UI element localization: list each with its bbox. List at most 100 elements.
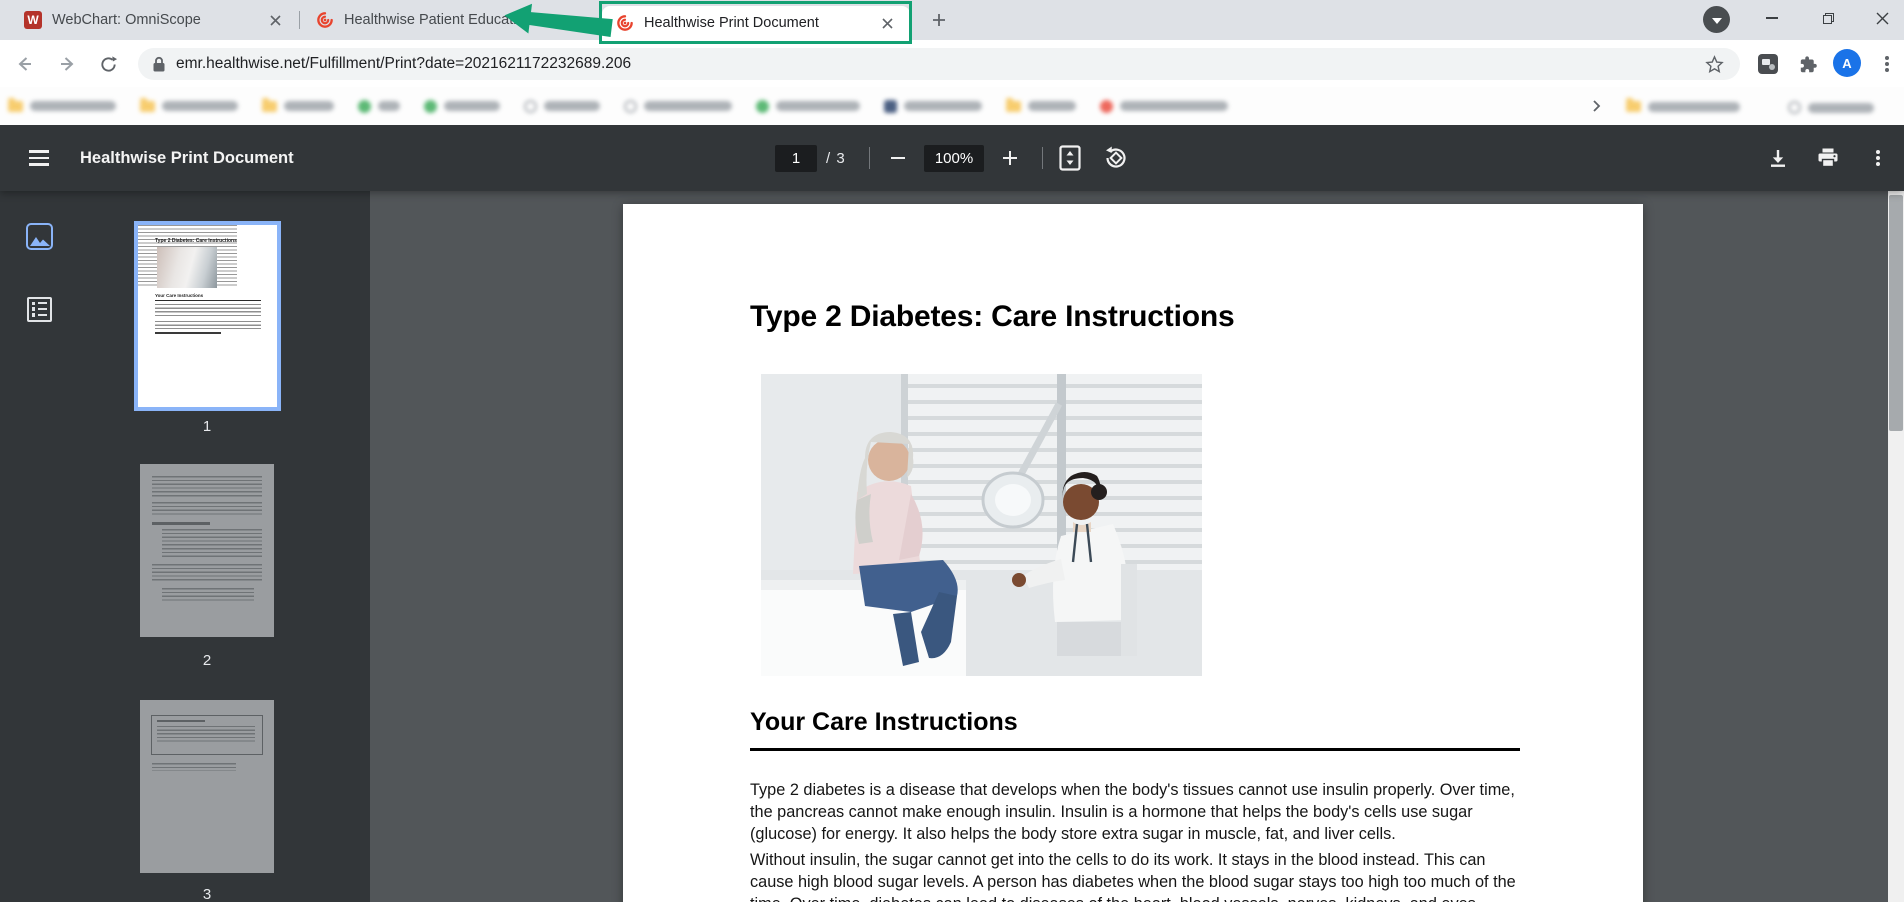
- profile-avatar[interactable]: A: [1833, 49, 1861, 77]
- close-icon: [1876, 12, 1889, 25]
- healthwise-favicon: [616, 14, 634, 32]
- bookmarks-row: [8, 87, 1228, 125]
- folder-icon: [140, 101, 155, 112]
- document-title: Type 2 Diabetes: Care Instructions: [750, 300, 1234, 334]
- bookmark-item[interactable]: [1006, 101, 1076, 112]
- tab-print-document[interactable]: Healthwise Print Document: [602, 6, 910, 40]
- tab-bar: W WebChart: OmniScope Healthwise Patient…: [0, 0, 1904, 40]
- tab-close-icon[interactable]: [266, 11, 284, 29]
- browser-menu-button[interactable]: [1872, 49, 1902, 79]
- minimize-icon: [1766, 17, 1778, 19]
- tab-title: Healthwise Print Document: [644, 15, 868, 31]
- tab-webchart-omniscope[interactable]: W WebChart: OmniScope: [10, 0, 298, 40]
- bookmarks-bar: [0, 87, 1904, 125]
- back-button[interactable]: [8, 48, 40, 80]
- globe-icon: [1788, 101, 1801, 114]
- folder-icon: [1006, 101, 1021, 112]
- print-icon: [1817, 148, 1839, 168]
- bookmark-item[interactable]: [884, 100, 982, 113]
- tab-close-icon[interactable]: [540, 11, 558, 29]
- document-paragraph: Type 2 diabetes is a disease that develo…: [750, 780, 1528, 845]
- folder-icon: [8, 101, 23, 112]
- site-icon: [1100, 100, 1113, 113]
- mini-doc-heading: Your Care Instructions: [155, 293, 203, 298]
- tab-close-icon[interactable]: [878, 14, 896, 32]
- pdf-toolbar: Healthwise Print Document / 3 100%: [0, 125, 1904, 191]
- bookmark-item[interactable]: [1788, 101, 1874, 114]
- bookmark-item[interactable]: [756, 100, 860, 113]
- page-number-input[interactable]: [775, 145, 817, 172]
- thumbnails-view-button[interactable]: [17, 214, 61, 258]
- extensions-puzzle-icon[interactable]: [1793, 49, 1823, 79]
- zoom-in-button[interactable]: [996, 144, 1024, 172]
- globe-icon: [524, 100, 537, 113]
- bookmark-item[interactable]: [624, 100, 732, 113]
- pdf-document-title: Healthwise Print Document: [80, 149, 294, 168]
- minus-icon: [891, 157, 905, 159]
- site-icon: [756, 100, 769, 113]
- pdf-content-area: Type 2 Diabetes: Care Instructions Your …: [0, 191, 1904, 902]
- bookmark-item[interactable]: [424, 100, 500, 113]
- webchart-favicon: W: [24, 11, 42, 29]
- url-text: emr.healthwise.net/Fulfillment/Print?dat…: [176, 55, 1702, 73]
- more-options-button[interactable]: [1864, 144, 1892, 172]
- document-page-1: Type 2 Diabetes: Care Instructions: [623, 204, 1643, 902]
- kebab-menu-icon: [1885, 54, 1889, 74]
- zoom-level: 100%: [924, 145, 984, 172]
- fit-page-icon: [1059, 145, 1081, 171]
- window-minimize-button[interactable]: [1750, 0, 1794, 36]
- thumbnail-label-1: 1: [140, 418, 274, 435]
- vertical-scrollbar[interactable]: [1888, 191, 1904, 902]
- rotate-icon: [1103, 145, 1129, 171]
- forward-button[interactable]: [52, 48, 84, 80]
- extension-logo: [1758, 54, 1778, 74]
- site-icon: [358, 100, 371, 113]
- toolbar-divider: [1042, 147, 1043, 169]
- caret-down-icon: [1712, 18, 1722, 24]
- document-outline-button[interactable]: [17, 287, 61, 331]
- mini-doc-title: Type 2 Diabetes: Care Instructions: [155, 238, 263, 244]
- extension-icon[interactable]: [1753, 49, 1783, 79]
- rotate-button[interactable]: [1102, 144, 1130, 172]
- download-icon: [1768, 148, 1788, 168]
- bookmark-item[interactable]: [1100, 100, 1228, 113]
- document-section-heading: Your Care Instructions: [750, 708, 1018, 737]
- restore-icon: [1823, 13, 1834, 24]
- window-restore-button[interactable]: [1806, 0, 1850, 36]
- bookmark-item[interactable]: [140, 101, 238, 112]
- omnibox[interactable]: emr.healthwise.net/Fulfillment/Print?dat…: [138, 48, 1740, 80]
- scrollbar-thumb[interactable]: [1889, 195, 1903, 431]
- tab-search-button[interactable]: [1703, 6, 1730, 33]
- new-tab-button[interactable]: [926, 7, 952, 33]
- reload-button[interactable]: [92, 48, 124, 80]
- bookmark-item[interactable]: [262, 101, 334, 112]
- menu-hamburger-button[interactable]: [25, 144, 53, 172]
- page-thumbnail-3[interactable]: [140, 700, 274, 873]
- download-button[interactable]: [1764, 144, 1792, 172]
- bookmark-item[interactable]: [358, 100, 400, 113]
- bookmark-item[interactable]: [1626, 101, 1740, 112]
- tab-title: WebChart: OmniScope: [52, 12, 256, 28]
- tab-patient-education[interactable]: Healthwise Patient Education: [302, 0, 598, 40]
- plus-icon: [1003, 151, 1017, 165]
- fit-to-page-button[interactable]: [1056, 144, 1084, 172]
- address-bar: emr.healthwise.net/Fulfillment/Print?dat…: [0, 40, 1904, 87]
- pdf-sidebar: Type 2 Diabetes: Care Instructions Your …: [0, 191, 370, 902]
- print-button[interactable]: [1814, 144, 1842, 172]
- bookmark-item[interactable]: [8, 101, 116, 112]
- folder-icon: [262, 101, 277, 112]
- page-thumbnail-2[interactable]: [140, 464, 274, 637]
- thumbnails-icon: [26, 223, 53, 250]
- bookmark-star-icon[interactable]: [1702, 52, 1726, 76]
- pdf-viewer: Type 2 Diabetes: Care Instructions: [370, 191, 1888, 902]
- healthwise-favicon: [316, 11, 334, 29]
- patient-doctor-photo: [761, 374, 1202, 676]
- site-icon: [424, 100, 437, 113]
- window-close-button[interactable]: [1860, 0, 1904, 36]
- tab-title: Healthwise Patient Education: [344, 12, 530, 28]
- bookmark-item[interactable]: [524, 100, 600, 113]
- page-thumbnail-1[interactable]: Type 2 Diabetes: Care Instructions Your …: [134, 221, 281, 411]
- thumbnail-label-2: 2: [140, 652, 274, 669]
- zoom-out-button[interactable]: [884, 144, 912, 172]
- bookmarks-overflow-chevron[interactable]: [1585, 95, 1607, 117]
